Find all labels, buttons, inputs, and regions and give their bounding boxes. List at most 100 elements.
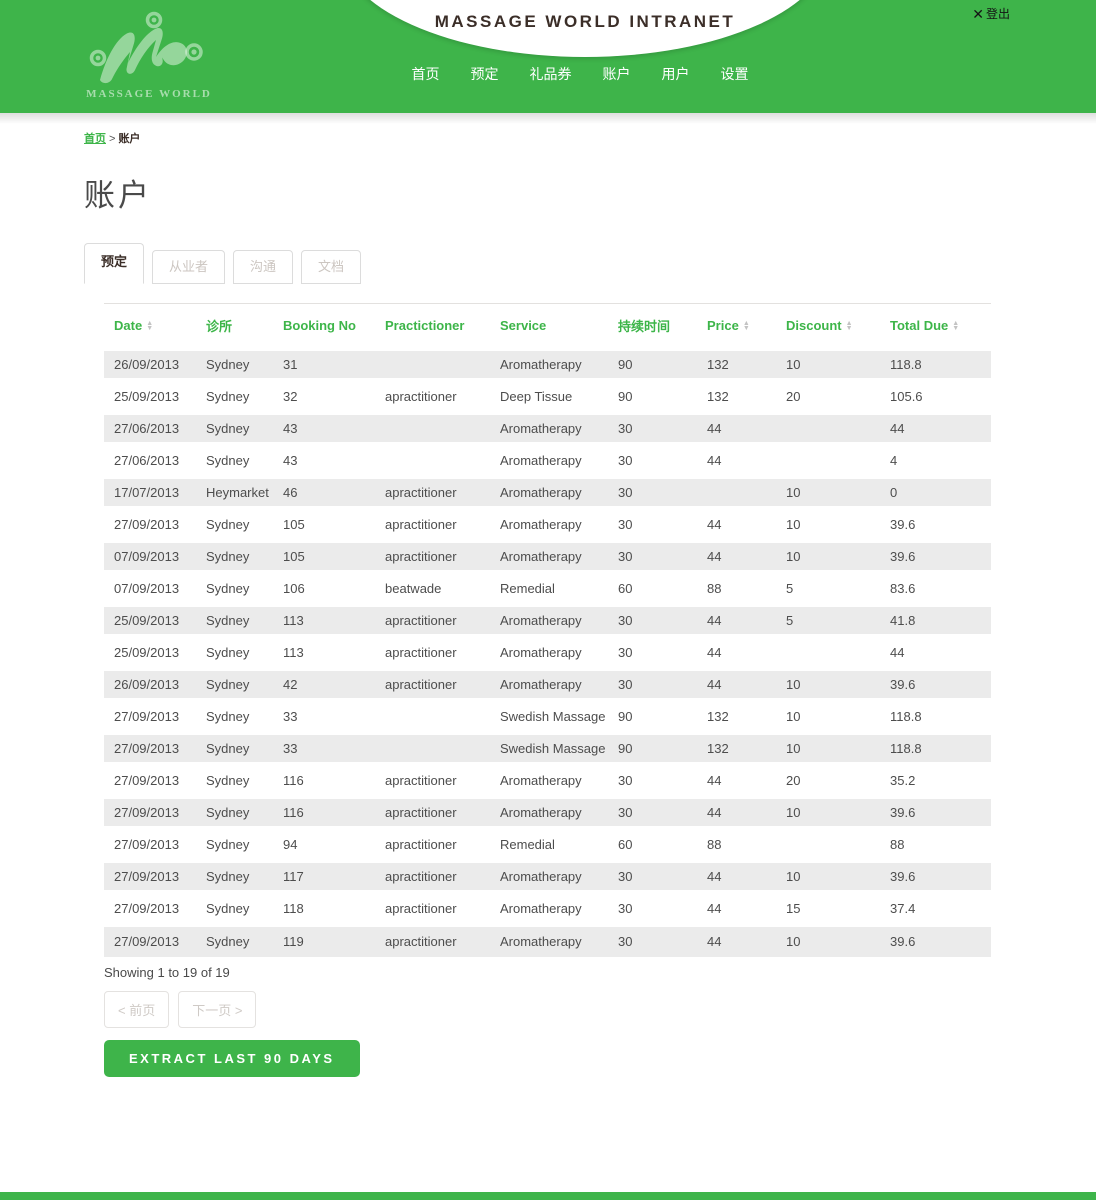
table-cell [375, 701, 490, 733]
main-nav: 首页 预定 礼品券 账户 用户 设置 [32, 64, 1096, 84]
table-cell: 44 [697, 413, 776, 445]
table-cell: Aromatherapy [490, 509, 608, 541]
nav-item-bookings[interactable]: 预定 [471, 64, 499, 84]
table-cell: 44 [697, 765, 776, 797]
column-header[interactable]: Discount▲▼ [776, 304, 880, 349]
column-header[interactable]: Date▲▼ [104, 304, 196, 349]
table-row: 27/09/2013Sydney116apractitionerAromathe… [104, 765, 991, 797]
table-cell: 41.8 [880, 605, 991, 637]
table-cell: 132 [697, 349, 776, 381]
table-cell: Aromatherapy [490, 669, 608, 701]
nav-item-accounts[interactable]: 账户 [603, 64, 631, 84]
logo-text: MASSAGE WORLD [84, 88, 214, 100]
table-cell: 35.2 [880, 765, 991, 797]
table-cell: 30 [608, 605, 697, 637]
table-cell: Sydney [196, 861, 273, 893]
tab-bookings[interactable]: 预定 [84, 243, 144, 284]
table-cell: 132 [697, 701, 776, 733]
nav-item-home[interactable]: 首页 [412, 64, 440, 84]
tab-communication[interactable]: 沟通 [233, 250, 293, 284]
table-cell: Aromatherapy [490, 413, 608, 445]
table-cell: 105 [273, 541, 375, 573]
table-cell: 25/09/2013 [104, 605, 196, 637]
column-header[interactable]: Price▲▼ [697, 304, 776, 349]
table-cell: Aromatherapy [490, 765, 608, 797]
table-cell: 27/09/2013 [104, 861, 196, 893]
table-cell: 10 [776, 925, 880, 957]
table-cell [375, 413, 490, 445]
table-cell: 10 [776, 509, 880, 541]
table-row: 25/09/2013Sydney113apractitionerAromathe… [104, 605, 991, 637]
table-cell: 10 [776, 541, 880, 573]
close-icon: ✕ [972, 7, 984, 21]
table-row: 27/09/2013Sydney117apractitionerAromathe… [104, 861, 991, 893]
table-cell: Sydney [196, 925, 273, 957]
site-title: MASSAGE WORLD INTRANET [340, 12, 830, 32]
table-cell: 44 [880, 413, 991, 445]
column-header: Booking No [273, 304, 375, 349]
table-cell: Sydney [196, 605, 273, 637]
tab-documents[interactable]: 文档 [301, 250, 361, 284]
table-cell: 4 [880, 445, 991, 477]
prev-page-button[interactable]: < 前页 [104, 991, 169, 1028]
table-cell: 44 [697, 925, 776, 957]
table-cell: 0 [880, 477, 991, 509]
table-cell: 27/09/2013 [104, 829, 196, 861]
table-cell: 39.6 [880, 669, 991, 701]
table-cell: 44 [880, 637, 991, 669]
table-cell: 25/09/2013 [104, 637, 196, 669]
table-cell: apractitioner [375, 797, 490, 829]
table-cell: Aromatherapy [490, 925, 608, 957]
table-cell: 132 [697, 381, 776, 413]
table-cell: 17/07/2013 [104, 477, 196, 509]
next-page-button[interactable]: 下一页 > [178, 991, 256, 1028]
nav-item-settings[interactable]: 设置 [721, 64, 749, 84]
table-cell: 106 [273, 573, 375, 605]
table-cell [375, 349, 490, 381]
table-cell: 94 [273, 829, 375, 861]
table-cell: Aromatherapy [490, 893, 608, 925]
table-cell: 30 [608, 765, 697, 797]
nav-item-users[interactable]: 用户 [662, 64, 690, 84]
table-cell: apractitioner [375, 381, 490, 413]
page-title: 账户 [84, 170, 1012, 215]
table-cell: 44 [697, 893, 776, 925]
table-cell: 30 [608, 637, 697, 669]
table-cell: 30 [608, 925, 697, 957]
logout-link[interactable]: ✕ 登出 [972, 5, 1010, 22]
tab-practitioners[interactable]: 从业者 [152, 250, 225, 284]
table-cell: 07/09/2013 [104, 541, 196, 573]
table-cell: 30 [608, 413, 697, 445]
table-cell: 30 [608, 669, 697, 701]
table-cell [375, 445, 490, 477]
table-cell: apractitioner [375, 893, 490, 925]
table-cell: 60 [608, 829, 697, 861]
table-cell: 105.6 [880, 381, 991, 413]
breadcrumb-current: 账户 [118, 133, 140, 145]
nav-item-gift-vouchers[interactable]: 礼品券 [530, 64, 572, 84]
table-cell: 30 [608, 445, 697, 477]
table-cell: 44 [697, 637, 776, 669]
bookings-table: Date▲▼诊所Booking NoPractictionerService持续… [104, 303, 991, 957]
breadcrumb: 首页>账户 [84, 130, 1012, 146]
table-row: 27/09/2013Sydney33Swedish Massage9013210… [104, 701, 991, 733]
table-cell: apractitioner [375, 541, 490, 573]
footer-bar [0, 1192, 1096, 1200]
table-cell: apractitioner [375, 605, 490, 637]
breadcrumb-home-link[interactable]: 首页 [84, 133, 106, 145]
extract-last-90-days-button[interactable]: EXTRACT LAST 90 DAYS [104, 1040, 360, 1077]
table-wrap: Date▲▼诊所Booking NoPractictionerService持续… [104, 303, 991, 957]
table-cell: 44 [697, 509, 776, 541]
table-cell: 44 [697, 669, 776, 701]
column-header[interactable]: Total Due▲▼ [880, 304, 991, 349]
table-cell: 118 [273, 893, 375, 925]
table-row: 26/09/2013Sydney42apractitionerAromather… [104, 669, 991, 701]
table-cell: 39.6 [880, 797, 991, 829]
table-row: 27/09/2013Sydney119apractitionerAromathe… [104, 925, 991, 957]
table-cell: Sydney [196, 733, 273, 765]
table-cell: 32 [273, 381, 375, 413]
table-cell: 119 [273, 925, 375, 957]
column-header: Practictioner [375, 304, 490, 349]
table-cell: 117 [273, 861, 375, 893]
table-cell: apractitioner [375, 925, 490, 957]
